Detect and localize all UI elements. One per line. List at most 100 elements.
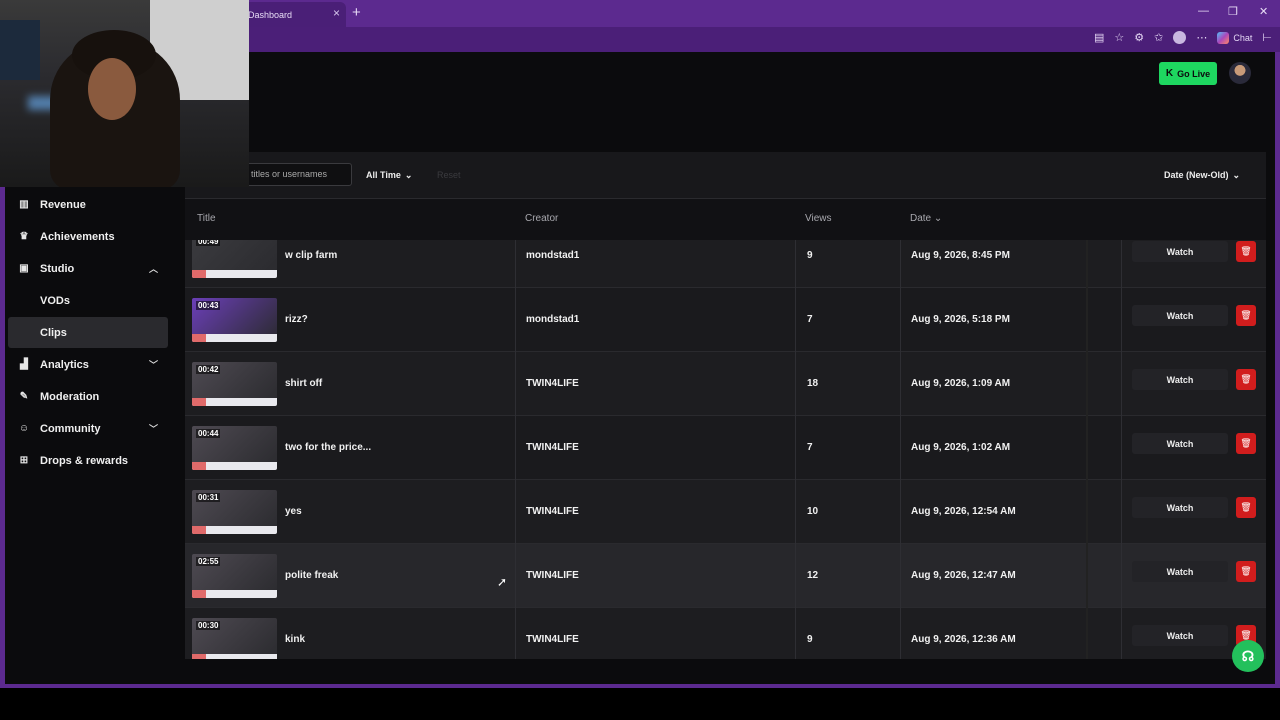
column-title[interactable]: Title — [197, 213, 216, 224]
clip-creator[interactable]: mondstad1 — [526, 250, 579, 261]
watch-button[interactable]: Watch — [1132, 625, 1228, 646]
sidebar-item-clips[interactable]: Clips — [8, 317, 168, 348]
clip-duration: 00:42 — [196, 365, 221, 374]
sidebar-toggle-icon[interactable]: ⊢ — [1262, 31, 1272, 44]
new-tab-button[interactable]: + — [352, 4, 361, 21]
clip-thumbnail[interactable]: 00:49 — [192, 240, 277, 278]
column-divider — [795, 240, 796, 288]
clip-date: Aug 9, 2026, 1:09 AM — [911, 378, 1011, 389]
time-range-dropdown[interactable]: All Time ⌄ — [366, 164, 412, 186]
more-menu-icon[interactable]: ⋯ — [1196, 31, 1207, 44]
webcam-overlay — [0, 0, 249, 187]
clip-thumbnail[interactable]: 00:42 — [192, 362, 277, 406]
clip-title[interactable]: rizz? — [285, 314, 308, 325]
column-divider — [900, 288, 901, 352]
support-chat-button[interactable]: ☊ — [1232, 640, 1264, 672]
copilot-chat-button[interactable]: Chat — [1217, 31, 1252, 44]
column-views[interactable]: Views — [805, 213, 832, 224]
clip-date: Aug 9, 2026, 12:36 AM — [911, 634, 1016, 645]
sidebar-item-label: Community — [40, 422, 101, 435]
screen: Dashboard × + — ❐ ✕ ▤ ☆ ⚙ ✩ ⋯ Chat ⊢ K G… — [0, 0, 1280, 720]
clip-creator[interactable]: TWIN4LIFE — [526, 442, 579, 453]
browser-tab[interactable]: Dashboard × — [240, 2, 346, 27]
clip-thumbnail[interactable]: 00:44 — [192, 426, 277, 470]
trash-icon: 🗑 — [1240, 374, 1252, 384]
clip-creator[interactable]: TWIN4LIFE — [526, 634, 579, 645]
delete-clip-button[interactable]: 🗑 — [1236, 433, 1256, 454]
streamer-face — [88, 58, 136, 120]
chevron-down-icon: ⌄ — [404, 169, 413, 180]
sidebar-item-label: VODs — [40, 294, 70, 307]
sort-dropdown[interactable]: Date (New-Old) ⌄ — [1164, 164, 1240, 186]
column-creator[interactable]: Creator — [525, 213, 558, 224]
reset-button[interactable]: Reset — [437, 170, 461, 180]
clip-title[interactable]: yes — [285, 506, 302, 517]
favorite-star-icon[interactable]: ☆ — [1114, 31, 1124, 44]
clip-thumbnail[interactable]: 00:43 — [192, 298, 277, 342]
clip-duration: 02:55 — [196, 557, 221, 566]
thumbnail-preview-strip — [192, 654, 277, 659]
sidebar-item-vods[interactable]: VODs — [8, 285, 168, 316]
sidebar-item-revenue[interactable]: ▥ Revenue — [8, 189, 168, 220]
table-row[interactable]: 00:44 two for the price... TWIN4LIFE 7 Aug 9… — [185, 416, 1266, 480]
clip-title[interactable]: w clip farm — [285, 250, 337, 261]
clip-creator[interactable]: TWIN4LIFE — [526, 506, 579, 517]
sidebar-item-drops-rewards[interactable]: ⊞ Drops & rewards — [8, 445, 168, 476]
column-divider — [900, 240, 901, 288]
table-row[interactable]: 00:43 rizz? mondstad1 7 Aug 9, 2026, 5:18 PM… — [185, 288, 1266, 352]
clip-thumbnail[interactable]: 02:55 — [192, 554, 277, 598]
sidebar-item-achievements[interactable]: ♛ Achievements — [8, 221, 168, 252]
profile-avatar-icon[interactable] — [1173, 31, 1187, 44]
trash-icon: 🗑 — [1240, 310, 1252, 320]
watch-button[interactable]: Watch — [1132, 305, 1228, 326]
table-row[interactable]: 00:42 shirt off TWIN4LIFE 18 Aug 9, 2026, 1:… — [185, 352, 1266, 416]
delete-clip-button[interactable]: 🗑 — [1236, 305, 1256, 326]
table-row[interactable]: 00:30 kink TWIN4LIFE 9 Aug 9, 2026, 12:36 AM… — [185, 608, 1266, 659]
table-row[interactable]: 02:55 polite freak TWIN4LIFE 12 Aug 9, 2026,… — [185, 544, 1266, 608]
delete-clip-button[interactable]: 🗑 — [1236, 497, 1256, 518]
watch-button[interactable]: Watch — [1132, 433, 1228, 454]
clip-title[interactable]: polite freak — [285, 570, 338, 581]
clip-thumbnail[interactable]: 00:31 — [192, 490, 277, 534]
delete-clip-button[interactable]: 🗑 — [1236, 241, 1256, 262]
clip-thumbnail[interactable]: 00:30 — [192, 618, 277, 659]
clip-creator[interactable]: TWIN4LIFE — [526, 570, 579, 581]
column-date[interactable]: Date ⌄ — [910, 213, 942, 224]
thumbnail-preview-strip — [192, 334, 277, 342]
clip-creator[interactable]: mondstad1 — [526, 314, 579, 325]
extension-icon[interactable]: ⚙ — [1134, 31, 1144, 44]
clip-title[interactable]: shirt off — [285, 378, 322, 389]
delete-clip-button[interactable]: 🗑 — [1236, 561, 1256, 582]
sidebar-item-analytics[interactable]: ▟ Analytics ﹀ — [8, 349, 168, 380]
table-scrollbar[interactable] — [1086, 240, 1088, 659]
watch-button[interactable]: Watch — [1132, 369, 1228, 390]
minimize-icon[interactable]: — — [1198, 5, 1209, 17]
tab-close-icon[interactable]: × — [333, 6, 340, 20]
thumbnail-preview-strip — [192, 398, 277, 406]
clip-creator[interactable]: TWIN4LIFE — [526, 378, 579, 389]
watch-button[interactable]: Watch — [1132, 497, 1228, 518]
sidebar-item-community[interactable]: ☺ Community ﹀ — [8, 413, 168, 444]
user-avatar[interactable] — [1229, 62, 1251, 84]
clip-title[interactable]: two for the price... — [285, 442, 371, 453]
analytics-icon: ▟ — [20, 359, 28, 370]
column-divider — [515, 480, 516, 544]
column-date-label: Date — [910, 213, 932, 224]
watch-button[interactable]: Watch — [1132, 561, 1228, 582]
maximize-icon[interactable]: ❐ — [1228, 5, 1238, 18]
table-row[interactable]: 00:49 w clip farm mondstad1 9 Aug 9, 2026, 8… — [185, 240, 1266, 288]
clip-title[interactable]: kink — [285, 634, 305, 645]
table-row[interactable]: 00:31 yes TWIN4LIFE 10 Aug 9, 2026, 12:54 AM… — [185, 480, 1266, 544]
go-live-button[interactable]: K Go Live — [1159, 62, 1217, 85]
favorites-icon[interactable]: ✩ — [1154, 31, 1163, 44]
close-window-icon[interactable]: ✕ — [1259, 5, 1268, 18]
frame-border-right — [1275, 52, 1280, 688]
clip-date: Aug 9, 2026, 1:02 AM — [911, 442, 1011, 453]
sort-label: Date (New-Old) — [1164, 170, 1229, 180]
reading-mode-icon[interactable]: ▤ — [1094, 31, 1104, 44]
clip-date: Aug 9, 2026, 8:45 PM — [911, 250, 1010, 261]
sidebar-item-studio[interactable]: ▣ Studio ︿ — [8, 253, 168, 284]
watch-button[interactable]: Watch — [1132, 241, 1228, 262]
delete-clip-button[interactable]: 🗑 — [1236, 369, 1256, 390]
sidebar-item-moderation[interactable]: ✎ Moderation — [8, 381, 168, 412]
